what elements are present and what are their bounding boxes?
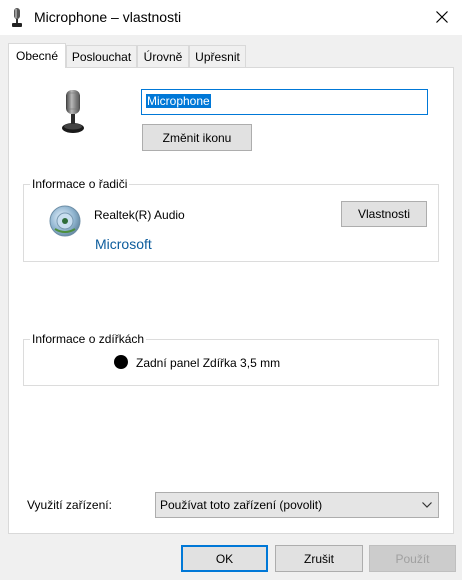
- device-name-value: Microphone: [146, 94, 211, 108]
- jack-location: Zadní panel Zdířka 3,5 mm: [136, 356, 281, 370]
- device-usage-label: Využití zařízení:: [27, 498, 112, 512]
- device-name-field[interactable]: Microphone: [141, 89, 428, 115]
- speaker-icon: [47, 203, 83, 239]
- tab-levels[interactable]: Úrovně: [137, 45, 189, 67]
- properties-button[interactable]: Vlastnosti: [341, 201, 427, 227]
- tab-advanced[interactable]: Upřesnit: [189, 45, 246, 67]
- jack-info-label: Informace o zdířkách: [30, 332, 147, 346]
- window-title: Microphone – vlastnosti: [34, 9, 182, 25]
- tab-general[interactable]: Obecné: [8, 43, 66, 68]
- controller-vendor: Microsoft: [95, 236, 152, 252]
- chevron-down-icon: [422, 502, 432, 508]
- microphone-icon: [10, 8, 24, 28]
- controller-info-label: Informace o řadiči: [30, 177, 130, 191]
- close-icon: [436, 11, 448, 23]
- title-bar[interactable]: Microphone – vlastnosti: [0, 0, 462, 35]
- jack-color-indicator: [114, 355, 128, 369]
- cancel-button[interactable]: Zrušit: [275, 545, 363, 572]
- device-usage-value: Používat toto zařízení (povolit): [160, 498, 323, 512]
- device-usage-select[interactable]: Používat toto zařízení (povolit): [155, 492, 439, 518]
- tab-listen[interactable]: Poslouchat: [66, 45, 137, 67]
- controller-name: Realtek(R) Audio: [94, 208, 185, 222]
- ok-button[interactable]: OK: [181, 545, 268, 572]
- apply-button[interactable]: Použít: [369, 545, 456, 572]
- microphone-icon: [57, 88, 89, 136]
- close-button[interactable]: [428, 4, 456, 30]
- change-icon-button[interactable]: Změnit ikonu: [142, 124, 252, 151]
